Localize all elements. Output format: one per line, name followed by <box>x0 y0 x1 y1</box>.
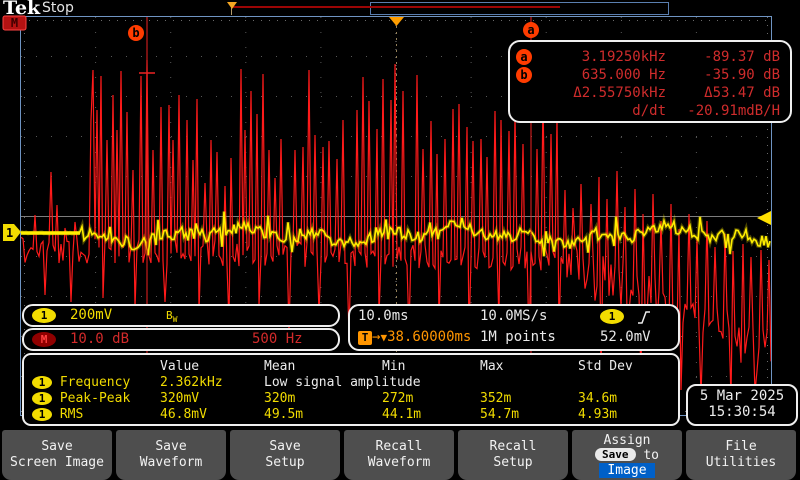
sample-rate: 10.0MS/s <box>480 308 547 324</box>
cursor-a-frequency: 3.19250kHz <box>538 49 666 65</box>
save-setup-button[interactable]: SaveSetup <box>230 430 340 480</box>
ch1-badge: 1 <box>32 308 56 323</box>
record-view-math-extent <box>233 6 560 8</box>
header-mean: Mean <box>264 358 382 374</box>
cursor-delta-row: Δ2.55750kHz Δ53.47 dB <box>516 84 780 102</box>
meas-min: 44.1m <box>382 406 480 422</box>
datetime-box: 5 Mar 2025 15:30:54 <box>686 384 798 426</box>
meas-value: 2.362kHz <box>160 374 264 390</box>
header-value: Value <box>160 358 264 374</box>
tek-logo: Tek <box>3 0 40 19</box>
time-per-div: 10.0ms <box>358 308 409 324</box>
meas-std: 34.6m <box>578 390 668 406</box>
horizontal-trigger-readout[interactable]: 10.0ms 10.0MS/s 1 T→▼38.60000ms 1M point… <box>348 304 680 351</box>
measurement-row-rms: 1 RMS 46.8mV 49.5m 44.1m 54.7m 4.93m <box>32 406 668 422</box>
meas-max: 54.7m <box>480 406 578 422</box>
math-readout[interactable]: M 10.0 dB 500 Hz <box>22 328 340 351</box>
cursor-dvdt-value: -20.91mdB/H <box>666 103 780 119</box>
cursor-delta-amplitude: Δ53.47 dB <box>666 85 780 101</box>
meas-value: 320mV <box>160 390 264 406</box>
save-screen-image-button[interactable]: SaveScreen Image <box>2 430 112 480</box>
math-badge: M <box>32 332 56 347</box>
measurement-row-frequency: 1 Frequency 2.362kHz Low signal amplitud… <box>32 374 668 390</box>
meas-ch-badge: 1 <box>32 376 52 389</box>
trigger-position-value: 38.60000ms <box>387 329 471 345</box>
ch1-position-marker[interactable]: 1 <box>3 224 21 241</box>
meas-ch-badge: 1 <box>32 408 52 421</box>
cursor-b-row: b 635.000 Hz -35.90 dB <box>516 66 780 84</box>
cursor-b-row-badge: b <box>516 67 532 83</box>
meas-mean: 320m <box>264 390 382 406</box>
cursor-readout-box: a 3.19250kHz -89.37 dB b 635.000 Hz -35.… <box>508 40 792 123</box>
recall-waveform-button[interactable]: RecallWaveform <box>344 430 454 480</box>
date-label: 5 Mar 2025 <box>688 388 796 404</box>
meas-mean: 49.5m <box>264 406 382 422</box>
ch1-scale: 200mV <box>70 307 112 323</box>
cursor-delta-frequency: Δ2.55750kHz <box>538 85 666 101</box>
measurement-row-peak-peak: 1 Peak-Peak 320mV 320m 272m 352m 34.6m <box>32 390 668 406</box>
file-utilities-button[interactable]: FileUtilities <box>686 430 796 480</box>
cursor-a-row-badge: a <box>516 49 532 65</box>
meas-name: Peak-Peak <box>60 391 130 406</box>
trigger-level-arrow-icon[interactable] <box>757 211 771 225</box>
assign-save-button[interactable]: Assign Save to Image <box>572 430 682 480</box>
cursor-dvdt-label: d/dt <box>538 103 666 119</box>
record-view-window <box>370 2 669 15</box>
cursor-a-row: a 3.19250kHz -89.37 dB <box>516 48 780 66</box>
save-key-icon: Save <box>595 448 636 461</box>
math-scale: 10.0 dB <box>70 331 129 347</box>
meas-min: 272m <box>382 390 480 406</box>
trigger-position-readout: T→▼38.60000ms <box>358 329 471 345</box>
ch1-trace <box>20 212 770 257</box>
trigger-slope-rising-icon <box>636 309 652 325</box>
trigger-source-badge: 1 <box>600 309 624 324</box>
oscilloscope-screen: M 1 Tek Stop b a a 3.19250kHz -89.37 dB … <box>0 0 800 480</box>
meas-value: 46.8mV <box>160 406 264 422</box>
cursor-a-amplitude: -89.37 dB <box>666 49 780 65</box>
ch1-marker-label: 1 <box>6 226 13 240</box>
header-stddev: Std Dev <box>578 358 668 374</box>
bottom-menu-bar: SaveScreen Image SaveWaveform SaveSetup … <box>0 430 800 480</box>
acquisition-state: Stop <box>42 0 74 16</box>
cursor-dvdt-row: d/dt -20.91mdB/H <box>516 102 780 120</box>
measurement-header-row: Value Mean Min Max Std Dev <box>32 358 668 374</box>
bandwidth-limit-icon: BW <box>166 309 177 324</box>
meas-max: 352m <box>480 390 578 406</box>
cursor-b-frequency: 635.000 Hz <box>538 67 666 83</box>
record-length: 1M points <box>480 329 556 345</box>
header-max: Max <box>480 358 578 374</box>
cursor-b-amplitude: -35.90 dB <box>666 67 780 83</box>
assign-target-highlight: Image <box>599 463 654 478</box>
save-waveform-button[interactable]: SaveWaveform <box>116 430 226 480</box>
trigger-level-value: 52.0mV <box>600 329 651 345</box>
cursor-a-badge[interactable]: a <box>523 22 539 38</box>
record-trigger-position-icon <box>227 2 237 9</box>
expansion-triangle-icon[interactable] <box>389 17 404 26</box>
ch1-readout[interactable]: 1 200mV BW <box>22 304 340 327</box>
header-min: Min <box>382 358 480 374</box>
measurement-table: Value Mean Min Max Std Dev 1 Frequency 2… <box>22 353 680 426</box>
meas-ch-badge: 1 <box>32 392 52 405</box>
meas-std: 4.93m <box>578 406 668 422</box>
meas-status-message: Low signal amplitude <box>264 374 668 390</box>
time-label: 15:30:54 <box>688 404 796 420</box>
recall-setup-button[interactable]: RecallSetup <box>458 430 568 480</box>
cursor-b-badge[interactable]: b <box>128 25 144 41</box>
meas-name: Frequency <box>60 375 130 390</box>
meas-name: RMS <box>60 407 83 422</box>
trigger-t-icon: T <box>358 331 372 345</box>
math-frequency-per-div: 500 Hz <box>252 331 303 347</box>
